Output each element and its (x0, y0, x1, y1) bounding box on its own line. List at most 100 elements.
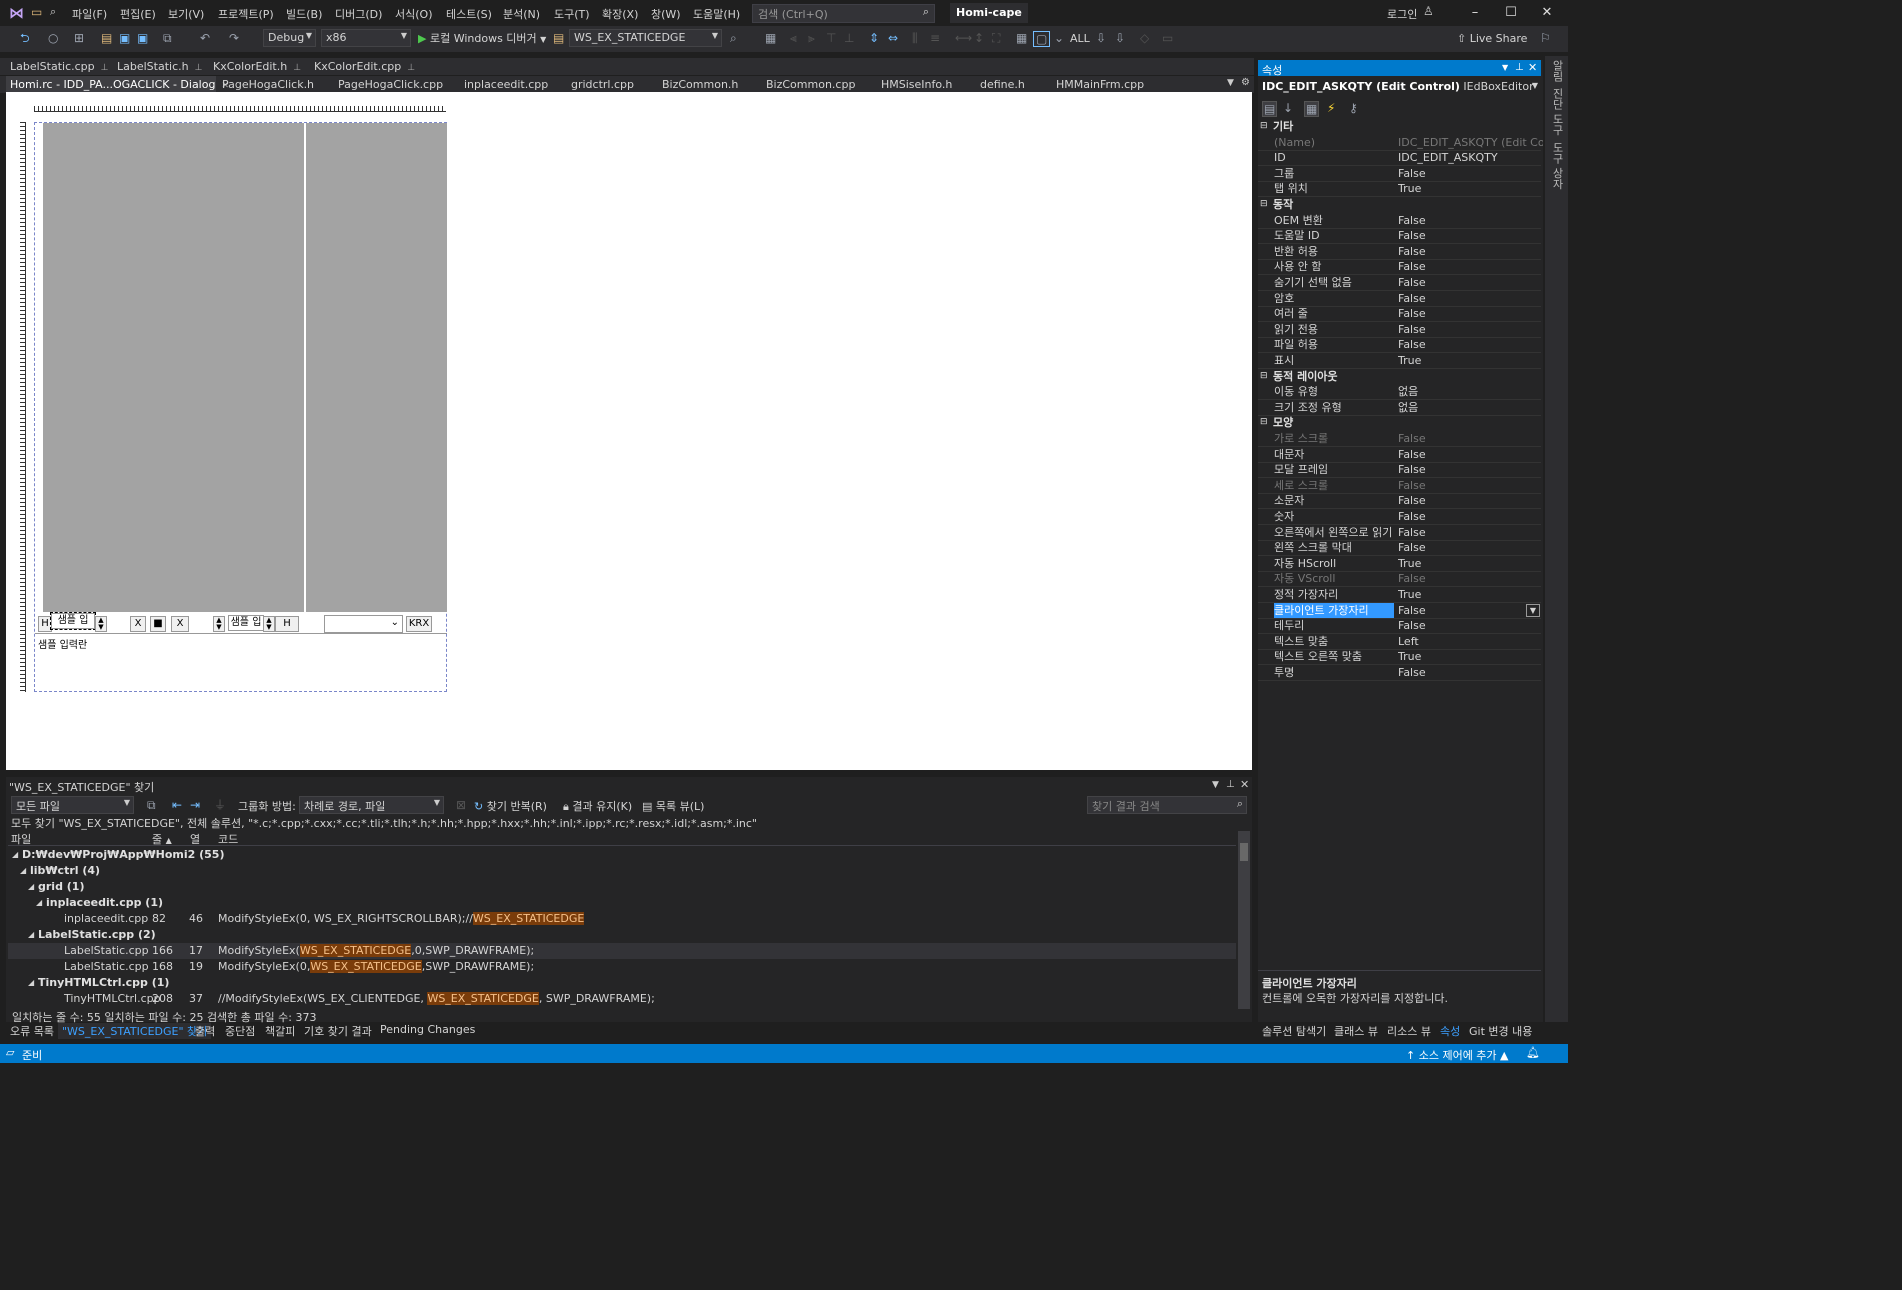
maximize-button[interactable]: ☐ (1493, 2, 1529, 24)
test-dialog-icon[interactable]: ⌄ (1054, 31, 1064, 45)
property-row[interactable]: 이동 유형 없음 (1258, 384, 1541, 400)
find-folder-icon[interactable]: ▤ (553, 31, 564, 45)
close-icon[interactable]: ✕ (1528, 61, 1537, 74)
dialog-surface[interactable]: H 샘플 입 ▲ ▼ X ■ X ▲ ▼ 샘플 입 ▲ ▼ H ⌄ KRX 샘플 입력… (34, 122, 447, 692)
save-icon[interactable]: ▣ (119, 31, 130, 45)
editor-tab[interactable]: PageHogaClick.cpp (334, 76, 447, 93)
panel-tab[interactable]: 클래스 뷰 (1334, 1023, 1378, 1039)
property-category[interactable]: ⊟ 동작 (1258, 197, 1541, 213)
bottom-tab[interactable]: 오류 목록 (10, 1023, 54, 1039)
prev-result-icon[interactable]: ⇤ (172, 798, 182, 812)
center-vertical-icon[interactable]: ⇕ (869, 31, 879, 45)
live-share-button[interactable]: ⇧ Live Share (1457, 32, 1527, 45)
panel-tab[interactable]: 리소스 뷰 (1387, 1023, 1431, 1039)
bottom-tab[interactable]: "WS_EX_STATICEDGE" 찾기 (58, 1023, 212, 1039)
menu-item[interactable]: 보기(V) (168, 6, 204, 22)
stop-button[interactable]: ■ (150, 616, 166, 632)
pin-icon[interactable]: ⊥ (1226, 779, 1235, 790)
combo-box[interactable]: ⌄ (324, 615, 403, 633)
property-row[interactable]: 클라이언트 가장자리 False ▼ (1258, 603, 1541, 619)
property-row[interactable]: 반환 허용 False (1258, 244, 1541, 260)
property-pages-icon[interactable]: ⚷ (1349, 101, 1358, 115)
property-row[interactable]: (Name) IDC_EDIT_ASKQTY (Edit Control) (1258, 135, 1543, 151)
chevron-down-icon[interactable]: ▼ (1526, 604, 1540, 617)
tab-order-icon[interactable]: ⇩ (1096, 31, 1106, 45)
find-icon[interactable]: ⌕ (50, 5, 56, 19)
pin-icon[interactable]: ⊥ (101, 63, 109, 73)
table-row[interactable]: LabelStatic.cpp 166 17 ModifyStyleEx(WS_EX_… (8, 943, 1236, 959)
run-button[interactable]: ▶ 로컬 Windows 디버거 ▼ (418, 30, 546, 46)
minimize-button[interactable]: – (1457, 2, 1493, 24)
editor-tab[interactable]: PageHogaClick.h (218, 76, 318, 93)
property-row[interactable]: 사용 안 함 False (1258, 259, 1541, 275)
x-button[interactable]: X (130, 616, 146, 632)
expand-icon[interactable]: ◢ (12, 847, 18, 863)
property-row[interactable]: 왼쪽 스크롤 막대 False (1258, 540, 1541, 556)
property-row[interactable]: 크기 조정 유형 없음 (1258, 400, 1541, 416)
table-row[interactable]: TinyHTMLCtrl.cpp 208 37 //ModifyStyleEx(WS_… (8, 991, 1236, 1007)
editor-tab[interactable]: inplaceedit.cpp (460, 76, 552, 93)
scroll-thumb[interactable] (1240, 843, 1248, 861)
h-button[interactable]: H (38, 616, 52, 632)
property-row[interactable]: 파일 허용 False (1258, 337, 1541, 353)
grid-control-right[interactable] (306, 123, 447, 612)
property-category[interactable]: ⊟ 모양 (1258, 415, 1541, 431)
property-row[interactable]: 텍스트 오른쪽 맞춤 True (1258, 649, 1541, 665)
pin-icon[interactable]: ⊥ (407, 63, 415, 73)
menu-item[interactable]: 파일(F) (72, 6, 107, 22)
property-row[interactable]: 표시 True (1258, 353, 1541, 369)
property-row[interactable]: 오른쪽에서 왼쪽으로 읽기 False (1258, 525, 1541, 541)
menu-item[interactable]: 편집(E) (120, 6, 156, 22)
keep-results-button[interactable]: 🔒︎ 결과 유지(K) (563, 798, 632, 814)
pin-icon[interactable]: ⊥ (195, 63, 203, 73)
find-in-files-icon[interactable]: ⌕ (730, 31, 737, 45)
tab-overflow-icon[interactable]: ▼ (1227, 78, 1234, 88)
menu-item[interactable]: 창(W) (651, 6, 681, 22)
menu-item[interactable]: 확장(X) (602, 6, 638, 22)
editor-tab[interactable]: LabelStatic.cpp ⊥ (6, 58, 112, 75)
panel-tab[interactable]: 속성 (1440, 1023, 1460, 1039)
spin-control-2[interactable]: ▲ ▼ (213, 616, 225, 632)
bottom-tab[interactable]: Pending Changes (380, 1023, 475, 1039)
editor-tab[interactable]: KxColorEdit.cpp ⊥ (310, 58, 419, 75)
property-row[interactable]: 여러 줄 False (1258, 306, 1541, 322)
bottom-tab[interactable]: 중단점 (225, 1023, 255, 1039)
list-view-button[interactable]: ▤ 목록 뷰(L) (642, 798, 704, 814)
panel-tab[interactable]: 솔루션 탐색기 (1262, 1023, 1326, 1039)
grid-icon[interactable]: ▦ (1016, 31, 1027, 45)
panel-menu-icon[interactable]: ▼ (1212, 780, 1219, 790)
menu-item[interactable]: 프로젝트(P) (218, 6, 274, 22)
property-row[interactable]: 탭 위치 True (1258, 181, 1541, 197)
property-row[interactable]: 숫자 False (1258, 509, 1541, 525)
property-category[interactable]: ⊟ 기타 (1258, 119, 1541, 135)
forward-icon[interactable]: ○ (48, 31, 58, 45)
undo-icon[interactable]: ↶ (200, 31, 210, 45)
expand-icon[interactable]: ◢ (28, 975, 34, 991)
properties-icon[interactable]: ▦ (1304, 101, 1320, 117)
property-row[interactable]: 자동 VScroll False (1258, 571, 1541, 587)
property-row[interactable]: 정적 가장자리 True (1258, 587, 1541, 603)
property-row[interactable]: ID IDC_EDIT_ASKQTY (1258, 150, 1541, 166)
side-tab[interactable]: 진단 도구 (1549, 88, 1565, 136)
bell-icon[interactable]: 🔔︎ (1526, 1046, 1540, 1059)
editor-tab[interactable]: LabelStatic.h ⊥ (113, 58, 206, 75)
editor-tab[interactable]: HMSiseInfo.h (877, 76, 956, 93)
guides-icon[interactable]: ▢ (1033, 31, 1051, 47)
editor-tab[interactable]: gridctrl.cpp (567, 76, 638, 93)
menu-item[interactable]: 테스트(S) (446, 6, 492, 22)
group-by-select[interactable]: 차례로 경로, 파일 ▼ (299, 796, 444, 814)
krx-button[interactable]: KRX (406, 616, 432, 632)
panel-tab[interactable]: Git 변경 내용 (1469, 1023, 1532, 1039)
table-row[interactable]: ◢ TinyHTMLCtrl.cpp (1) (8, 975, 1236, 991)
next-result-icon[interactable]: ⇥ (190, 798, 200, 812)
property-row[interactable]: 도움말 ID False (1258, 228, 1541, 244)
object-selector[interactable]: IDC_EDIT_ASKQTY (Edit Control) IEdBoxEdi… (1262, 80, 1540, 96)
center-horizontal-icon[interactable]: ⇔ (888, 31, 898, 45)
alphabetical-icon[interactable]: ↓ (1283, 101, 1293, 115)
sample-edit-2[interactable]: 샘플 입 (228, 615, 264, 631)
folder-icon[interactable]: ▭ (31, 5, 42, 19)
table-row[interactable]: ◢ inplaceedit.cpp (1) (8, 895, 1236, 911)
expand-icon[interactable]: ◢ (20, 863, 26, 879)
collapse-icon[interactable]: ⊟ (1260, 369, 1268, 384)
open-icon[interactable]: ▤ (101, 31, 112, 45)
